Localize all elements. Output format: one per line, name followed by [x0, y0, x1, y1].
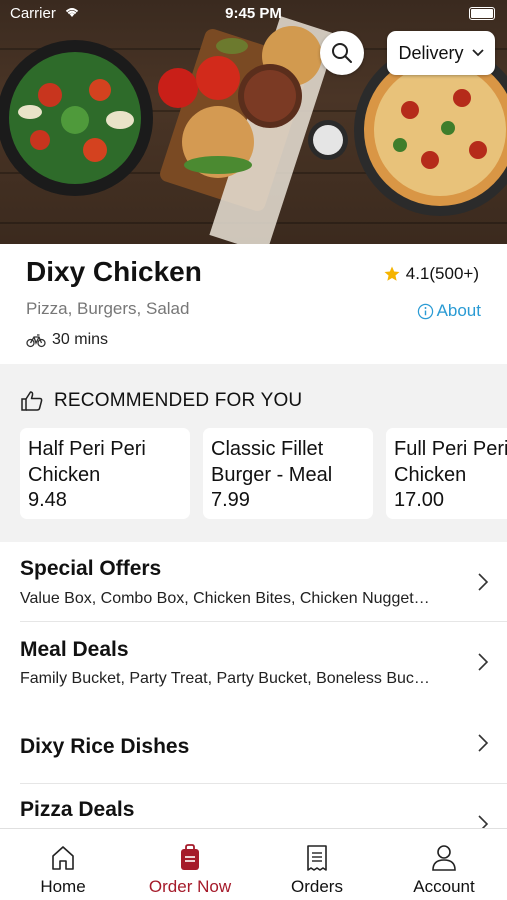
menu-category-pizza-deals[interactable]: Pizza Deals [0, 784, 507, 828]
cuisine-list: Pizza, Burgers, Salad [26, 299, 190, 318]
status-bar: Carrier 9:45 PM [0, 0, 507, 28]
menu-category-title: Pizza Deals [20, 798, 135, 821]
tab-label: Home [40, 877, 86, 896]
rating-value: 4.1(500+) [405, 264, 479, 283]
about-label: About [436, 301, 481, 320]
recommended-item-price: 9.48 [28, 489, 67, 511]
recommended-item-card[interactable]: Full Peri Peri Chicken 17.00 [386, 428, 507, 519]
chevron-right-icon [478, 653, 489, 671]
menu-category-title: Dixy Rice Dishes [20, 735, 190, 758]
order-bag-icon [181, 844, 199, 870]
menu-category-special-offers[interactable]: Special Offers Value Box, Combo Box, Chi… [0, 542, 507, 622]
recommended-item-price: 17.00 [394, 489, 445, 511]
chevron-right-icon [478, 734, 489, 752]
chevron-right-icon [478, 573, 489, 591]
restaurant-info: Dixy Chicken 4.1(500+) Pizza, Burgers, S… [0, 244, 507, 364]
delivery-time: 30 mins [26, 331, 108, 349]
status-time: 9:45 PM [225, 5, 282, 22]
recommended-heading-text: RECOMMENDED FOR YOU [54, 390, 303, 411]
tab-orders[interactable]: Orders [254, 829, 380, 900]
menu-category-dixy-rice-dishes[interactable]: Dixy Rice Dishes [0, 702, 507, 784]
recommended-item-card[interactable]: Classic Fillet Burger - Meal 7.99 [203, 428, 373, 519]
recommended-item-name: Half Peri Peri Chicken [28, 438, 146, 486]
tab-label: Orders [291, 877, 343, 896]
menu-category-meal-deals[interactable]: Meal Deals Family Bucket, Party Treat, P… [0, 622, 507, 702]
info-icon [417, 303, 433, 319]
menu-category-subtitle: Value Box, Combo Box, Chicken Bites, Chi… [20, 590, 430, 607]
recommended-item-card[interactable]: Half Peri Peri Chicken 9.48 [20, 428, 190, 519]
search-icon [332, 43, 352, 63]
battery-icon [469, 7, 495, 20]
delivery-mode-label: Delivery [398, 42, 464, 63]
bike-icon [26, 334, 46, 348]
restaurant-rating: 4.1(500+) [383, 264, 479, 284]
tab-label: Account [413, 877, 475, 896]
thumbs-up-icon [21, 391, 43, 411]
search-button[interactable] [320, 31, 364, 75]
tab-order-now[interactable]: Order Now [127, 829, 253, 900]
account-icon [432, 845, 456, 871]
chevron-right-icon [478, 815, 489, 828]
tab-account[interactable]: Account [381, 829, 507, 900]
recommended-item-name: Classic Fillet Burger - Meal [211, 438, 333, 486]
delivery-time-value: 30 mins [52, 331, 109, 348]
recommended-heading: RECOMMENDED FOR YOU [20, 390, 302, 412]
menu-category-title: Meal Deals [20, 638, 129, 661]
menu-category-subtitle: Family Bucket, Party Treat, Party Bucket… [20, 670, 430, 687]
hero-banner: Carrier 9:45 PM Delivery [0, 0, 507, 244]
orders-receipt-icon [307, 845, 327, 871]
chevron-down-icon [471, 49, 484, 57]
delivery-mode-dropdown[interactable]: Delivery [387, 31, 495, 75]
recommended-item-name: Full Peri Peri Chicken [394, 438, 507, 486]
home-icon [52, 846, 74, 870]
tab-home[interactable]: Home [0, 829, 126, 900]
tab-label: Order Now [148, 877, 232, 896]
recommended-section: RECOMMENDED FOR YOU Half Peri Peri Chick… [0, 364, 507, 542]
restaurant-name: Dixy Chicken [26, 256, 202, 287]
bottom-tab-bar: Home Order Now Orders Account [0, 828, 507, 900]
about-link[interactable]: About [417, 301, 481, 321]
recommended-item-price: 7.99 [211, 489, 250, 511]
star-icon [384, 266, 400, 281]
menu-category-title: Special Offers [20, 557, 162, 580]
